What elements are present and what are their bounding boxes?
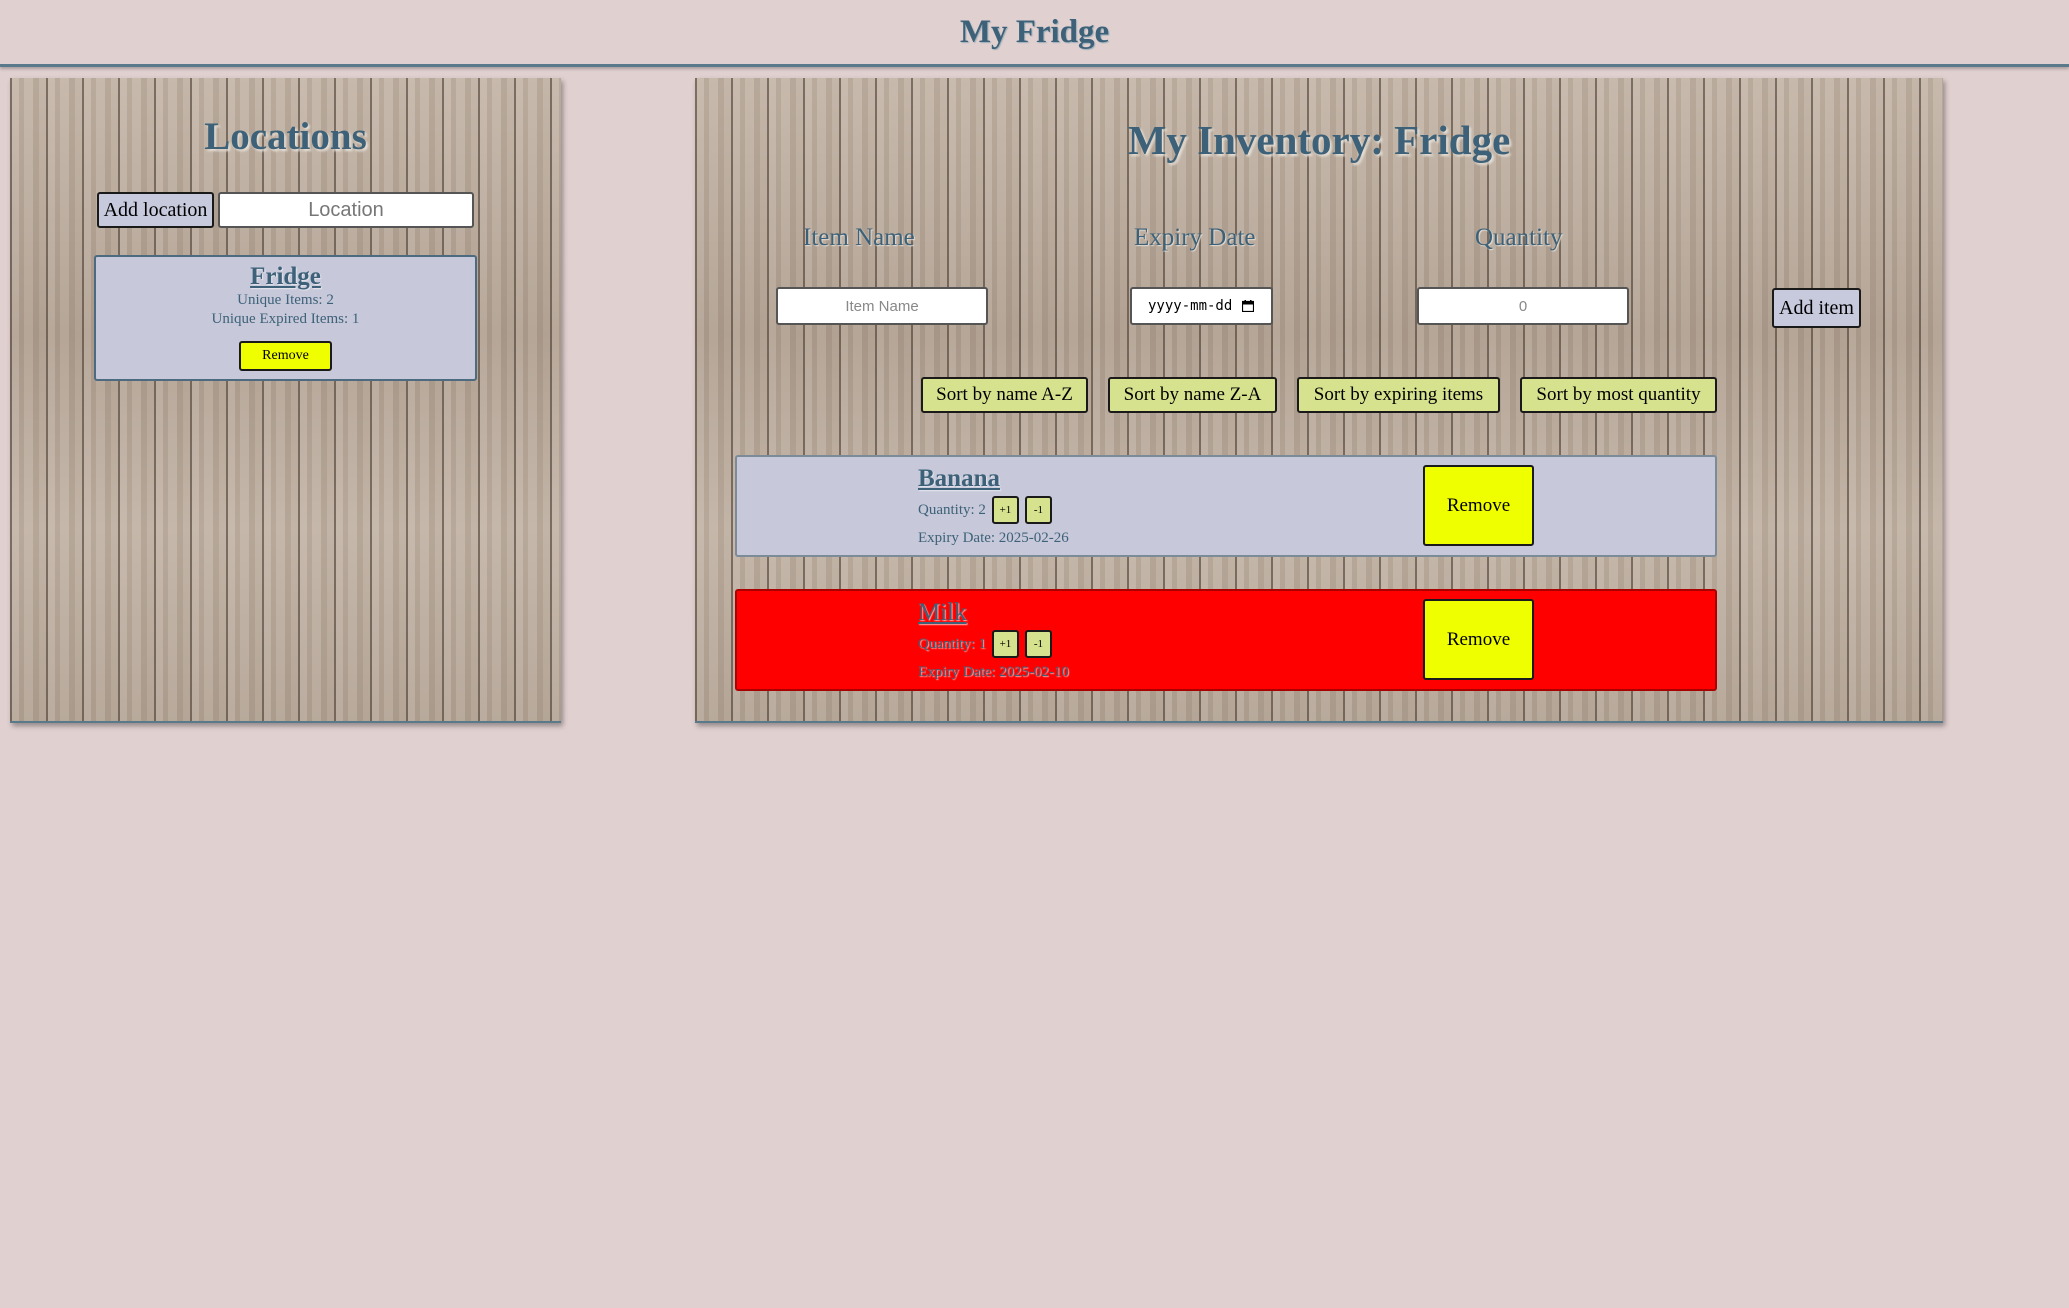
item-quantity: Quantity: 2	[918, 501, 986, 518]
locations-panel: Locations Add location Fridge Unique Ite…	[10, 78, 561, 723]
location-unique-expired: Unique Expired Items: 1	[211, 311, 360, 327]
item-quantity-row: Quantity: 1 +1 -1	[918, 630, 1052, 658]
item-expiry: Expiry Date: 2025-02-26	[918, 530, 1069, 546]
calendar-icon[interactable]	[1242, 300, 1255, 312]
item-card-milk: Milk Quantity: 1 +1 -1 Expiry Date: 2025…	[735, 589, 1717, 691]
inventory-title: My Inventory: Fridge	[1127, 117, 1511, 163]
item-expiry: Expiry Date: 2025-02-10	[918, 664, 1069, 680]
expiry-date-label: Expiry Date	[1134, 224, 1256, 251]
location-card-fridge[interactable]: Fridge Unique Items: 2 Unique Expired It…	[94, 255, 477, 381]
locations-title: Locations	[204, 115, 367, 158]
location-unique-items: Unique Items: 2	[237, 292, 334, 308]
remove-item-button[interactable]: Remove	[1423, 599, 1534, 680]
add-item-button[interactable]: Add item	[1772, 288, 1861, 328]
remove-item-button[interactable]: Remove	[1423, 465, 1534, 546]
add-location-button[interactable]: Add location	[97, 192, 214, 228]
remove-location-button[interactable]: Remove	[239, 341, 332, 371]
sort-expiring-button[interactable]: Sort by expiring items	[1297, 377, 1500, 413]
item-name-input[interactable]	[776, 287, 988, 325]
app-title: My Fridge	[959, 14, 1110, 50]
item-card-banana: Banana Quantity: 2 +1 -1 Expiry Date: 20…	[735, 455, 1717, 557]
app-header: My Fridge	[0, 0, 2069, 67]
item-quantity-row: Quantity: 2 +1 -1	[918, 496, 1052, 524]
date-placeholder: yyyy-mm-dd	[1148, 298, 1233, 314]
sort-name-za-button[interactable]: Sort by name Z-A	[1108, 377, 1277, 413]
sort-name-az-button[interactable]: Sort by name A-Z	[921, 377, 1088, 413]
location-name[interactable]: Fridge	[96, 263, 475, 291]
decrement-button[interactable]: -1	[1024, 630, 1052, 658]
decrement-button[interactable]: -1	[1024, 496, 1052, 524]
quantity-label: Quantity	[1475, 224, 1563, 251]
expiry-date-input[interactable]: yyyy-mm-dd	[1130, 287, 1273, 325]
sort-quantity-button[interactable]: Sort by most quantity	[1520, 377, 1717, 413]
item-name-label: Item Name	[803, 224, 915, 251]
item-name[interactable]: Banana	[918, 465, 1000, 493]
item-name[interactable]: Milk	[918, 599, 967, 627]
quantity-input[interactable]	[1417, 287, 1629, 325]
increment-button[interactable]: +1	[991, 496, 1019, 524]
location-input[interactable]	[218, 192, 474, 228]
inventory-panel: My Inventory: Fridge Item Name Expiry Da…	[695, 78, 1943, 723]
item-quantity: Quantity: 1	[918, 635, 986, 652]
increment-button[interactable]: +1	[991, 630, 1019, 658]
